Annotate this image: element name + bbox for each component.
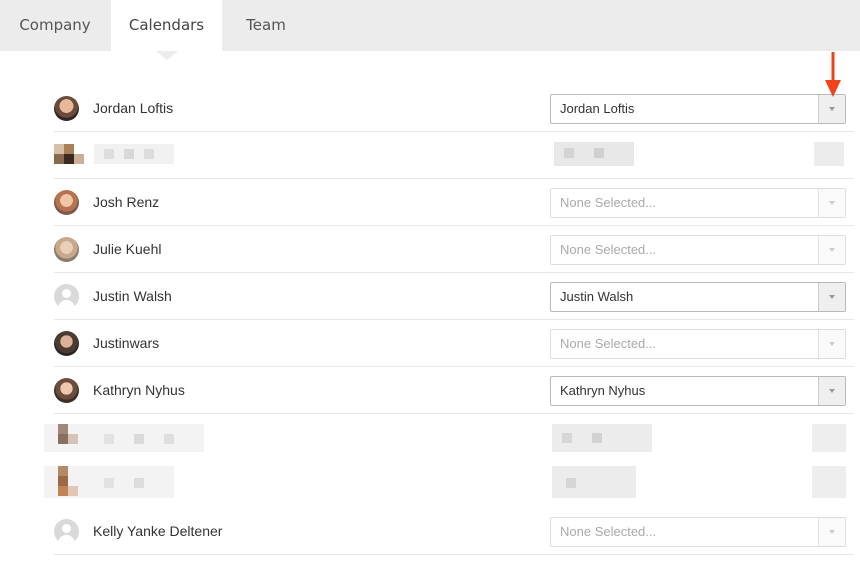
list-item-redacted <box>54 132 854 179</box>
chevron-down-icon[interactable] <box>818 95 845 123</box>
calendar-select[interactable]: None Selected... <box>550 235 846 265</box>
list-item: Justin Walsh Justin Walsh <box>54 273 854 320</box>
select-placeholder: None Selected... <box>560 242 657 257</box>
calendar-select[interactable]: None Selected... <box>550 188 846 218</box>
avatar <box>54 190 79 215</box>
select-placeholder: None Selected... <box>560 336 657 351</box>
select-value: Justin Walsh <box>560 289 634 304</box>
select-placeholder: None Selected... <box>560 195 657 210</box>
avatar <box>54 331 79 356</box>
member-name: Julie Kuehl <box>93 241 162 257</box>
chevron-down-icon[interactable] <box>818 377 845 405</box>
list-item: Kathryn Nyhus Kathryn Nyhus <box>54 367 854 414</box>
select-value: Kathryn Nyhus <box>560 383 646 398</box>
user-silhouette-icon <box>54 284 79 309</box>
member-name: Justin Walsh <box>93 288 172 304</box>
chevron-down-icon[interactable] <box>818 518 845 546</box>
avatar <box>54 378 79 403</box>
member-name: Justinwars <box>93 335 160 351</box>
chevron-down-icon[interactable] <box>818 189 845 217</box>
calendar-select[interactable]: Justin Walsh <box>550 282 846 312</box>
member-name: Kelly Yanke Deltener <box>93 523 223 539</box>
chevron-down-icon[interactable] <box>818 330 845 358</box>
list-item: Julie Kuehl None Selected... <box>54 226 854 273</box>
member-name: Jordan Loftis <box>93 100 174 116</box>
calendar-select[interactable]: Kathryn Nyhus <box>550 376 846 406</box>
tab-team[interactable]: Team <box>222 0 310 51</box>
list-item: Jordan Loftis Jordan Loftis <box>54 85 854 132</box>
tab-bar: Company Calendars Team <box>0 0 860 51</box>
calendar-select[interactable]: Jordan Loftis <box>550 94 846 124</box>
calendar-select[interactable]: None Selected... <box>550 329 846 359</box>
avatar <box>54 237 79 262</box>
member-name: Josh Renz <box>93 194 160 210</box>
list-item: Justinwars None Selected... <box>54 320 854 367</box>
select-value: Jordan Loftis <box>560 101 635 116</box>
active-tab-indicator <box>156 51 178 60</box>
select-placeholder: None Selected... <box>560 524 657 539</box>
list-item: Josh Renz None Selected... <box>54 179 854 226</box>
annotation-arrow-icon <box>825 52 841 97</box>
avatar <box>54 96 79 121</box>
chevron-down-icon[interactable] <box>818 236 845 264</box>
user-silhouette-icon <box>54 519 79 544</box>
tab-company[interactable]: Company <box>0 0 110 51</box>
list-item: Kelly Yanke Deltener None Selected... <box>54 508 854 555</box>
tab-calendars[interactable]: Calendars <box>111 0 222 51</box>
calendar-select[interactable]: None Selected... <box>550 517 846 547</box>
member-name: Kathryn Nyhus <box>93 382 185 398</box>
chevron-down-icon[interactable] <box>818 283 845 311</box>
